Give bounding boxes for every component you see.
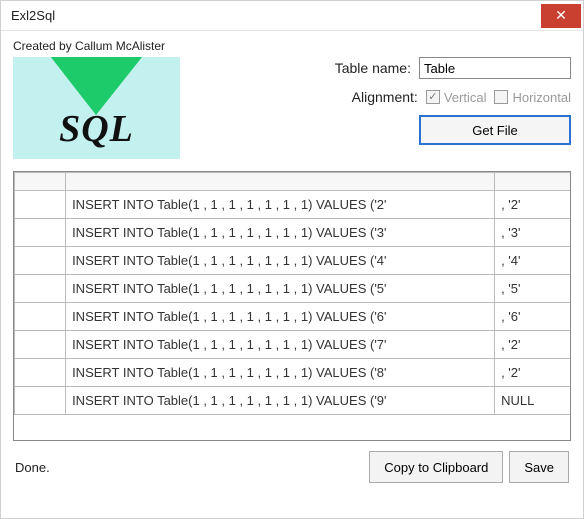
vertical-checkbox[interactable] [426,90,440,104]
table-cell[interactable]: NULL [495,387,571,415]
grid-header-cell [66,173,495,191]
table-cell[interactable]: , '6' [495,303,571,331]
table-cell[interactable]: , '2' [495,191,571,219]
status-label: Done. [15,460,50,475]
app-logo: SQL [13,57,180,159]
table-name-label: Table name: [335,60,411,76]
results-grid[interactable]: INSERT INTO Table(1 , 1 , 1 , 1 , 1 , 1 … [13,171,571,441]
table-cell[interactable] [15,247,66,275]
window-title: Exl2Sql [11,8,55,23]
table-cell[interactable]: INSERT INTO Table(1 , 1 , 1 , 1 , 1 , 1 … [66,331,495,359]
table-cell[interactable]: INSERT INTO Table(1 , 1 , 1 , 1 , 1 , 1 … [66,191,495,219]
horizontal-checkbox-label: Horizontal [512,90,571,105]
table-cell[interactable] [15,359,66,387]
close-button[interactable]: ✕ [541,4,581,28]
table-cell[interactable] [15,331,66,359]
table-row[interactable]: INSERT INTO Table(1 , 1 , 1 , 1 , 1 , 1 … [15,387,572,415]
table-row[interactable]: INSERT INTO Table(1 , 1 , 1 , 1 , 1 , 1 … [15,303,572,331]
table-row[interactable]: INSERT INTO Table(1 , 1 , 1 , 1 , 1 , 1 … [15,275,572,303]
logo-text: SQL [13,107,180,151]
credit-label: Created by Callum McAlister [13,39,571,53]
table-cell[interactable]: INSERT INTO Table(1 , 1 , 1 , 1 , 1 , 1 … [66,387,495,415]
table-cell[interactable]: , '2' [495,331,571,359]
table-row[interactable]: INSERT INTO Table(1 , 1 , 1 , 1 , 1 , 1 … [15,359,572,387]
table-cell[interactable]: , '2' [495,359,571,387]
table-cell[interactable] [15,303,66,331]
table-cell[interactable]: , '4' [495,247,571,275]
copy-to-clipboard-button[interactable]: Copy to Clipboard [369,451,503,483]
vertical-checkbox-label: Vertical [444,90,487,105]
horizontal-checkbox[interactable] [494,90,508,104]
table-cell[interactable]: INSERT INTO Table(1 , 1 , 1 , 1 , 1 , 1 … [66,247,495,275]
titlebar: Exl2Sql ✕ [1,1,583,31]
get-file-button[interactable]: Get File [419,115,571,145]
table-cell[interactable] [15,219,66,247]
table-cell[interactable]: , '5' [495,275,571,303]
table-row[interactable]: INSERT INTO Table(1 , 1 , 1 , 1 , 1 , 1 … [15,191,572,219]
table-cell[interactable] [15,387,66,415]
table-row[interactable]: INSERT INTO Table(1 , 1 , 1 , 1 , 1 , 1 … [15,331,572,359]
close-icon: ✕ [555,7,567,24]
table-row[interactable]: INSERT INTO Table(1 , 1 , 1 , 1 , 1 , 1 … [15,247,572,275]
table-cell[interactable] [15,275,66,303]
grid-header-cell [15,173,66,191]
grid-header-cell [495,173,571,191]
table-cell[interactable]: INSERT INTO Table(1 , 1 , 1 , 1 , 1 , 1 … [66,303,495,331]
table-name-input[interactable] [419,57,571,79]
table-cell[interactable]: INSERT INTO Table(1 , 1 , 1 , 1 , 1 , 1 … [66,275,495,303]
table-cell[interactable]: INSERT INTO Table(1 , 1 , 1 , 1 , 1 , 1 … [66,219,495,247]
table-row[interactable]: INSERT INTO Table(1 , 1 , 1 , 1 , 1 , 1 … [15,219,572,247]
table-cell[interactable] [15,191,66,219]
grid-header-row [15,173,572,191]
table-cell[interactable]: , '3' [495,219,571,247]
table-cell[interactable]: INSERT INTO Table(1 , 1 , 1 , 1 , 1 , 1 … [66,359,495,387]
save-button[interactable]: Save [509,451,569,483]
alignment-label: Alignment: [352,89,418,105]
